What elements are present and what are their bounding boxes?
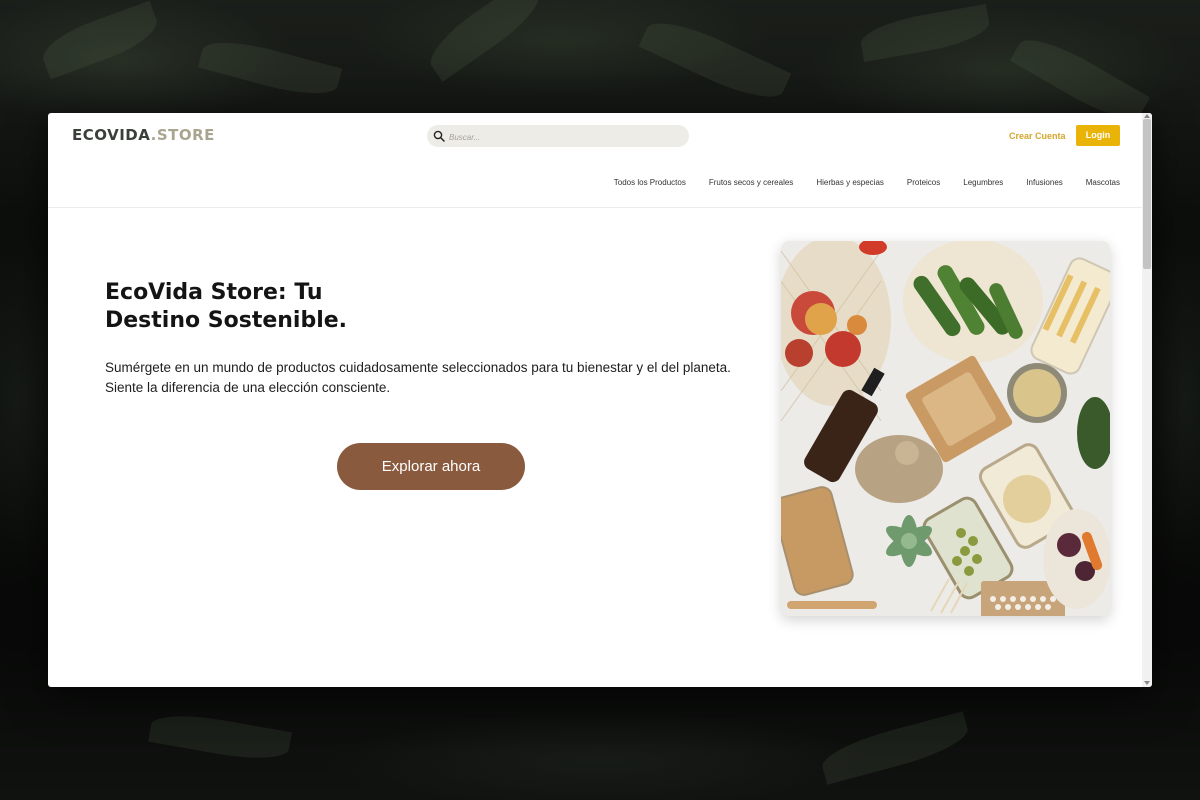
hero-title: EcoVida Store: Tu Destino Sostenible. (105, 279, 405, 335)
browser-window: ECOVIDA.STORE Crear Cuenta Login Todos l… (48, 113, 1152, 687)
explore-now-button[interactable]: Explorar ahora (337, 443, 525, 490)
hero-title-line-1: EcoVida Store: Tu (105, 280, 323, 305)
nav-item-proteicos[interactable]: Proteicos (907, 178, 940, 187)
nav-item-hierbas[interactable]: Hierbas y especias (816, 178, 884, 187)
search-bar[interactable] (427, 125, 689, 149)
create-account-link[interactable]: Crear Cuenta (1009, 131, 1066, 141)
nav-item-todos-los-productos[interactable]: Todos los Productos (614, 178, 686, 187)
nav-item-frutos-secos[interactable]: Frutos secos y cereales (709, 178, 793, 187)
hero-description: Sumérgete en un mundo de productos cuida… (105, 360, 731, 395)
nav-item-infusiones[interactable]: Infusiones (1026, 178, 1062, 187)
scrollbar[interactable] (1142, 113, 1152, 687)
nav-item-mascotas[interactable]: Mascotas (1086, 178, 1120, 187)
site-logo[interactable]: ECOVIDA.STORE (72, 126, 215, 144)
login-button[interactable]: Login (1076, 125, 1120, 146)
top-header: ECOVIDA.STORE Crear Cuenta Login (48, 113, 1142, 159)
search-input[interactable] (447, 125, 681, 149)
hero-image (781, 241, 1110, 616)
scroll-thumb[interactable] (1143, 119, 1151, 269)
scroll-down-arrow-icon[interactable] (1144, 681, 1150, 685)
nav-item-legumbres[interactable]: Legumbres (963, 178, 1003, 187)
scroll-up-arrow-icon[interactable] (1144, 114, 1150, 118)
search-icon (433, 130, 445, 142)
category-nav: Todos los Productos Frutos secos y cerea… (48, 159, 1142, 208)
hero-title-line-2: Destino Sostenible. (105, 308, 348, 333)
